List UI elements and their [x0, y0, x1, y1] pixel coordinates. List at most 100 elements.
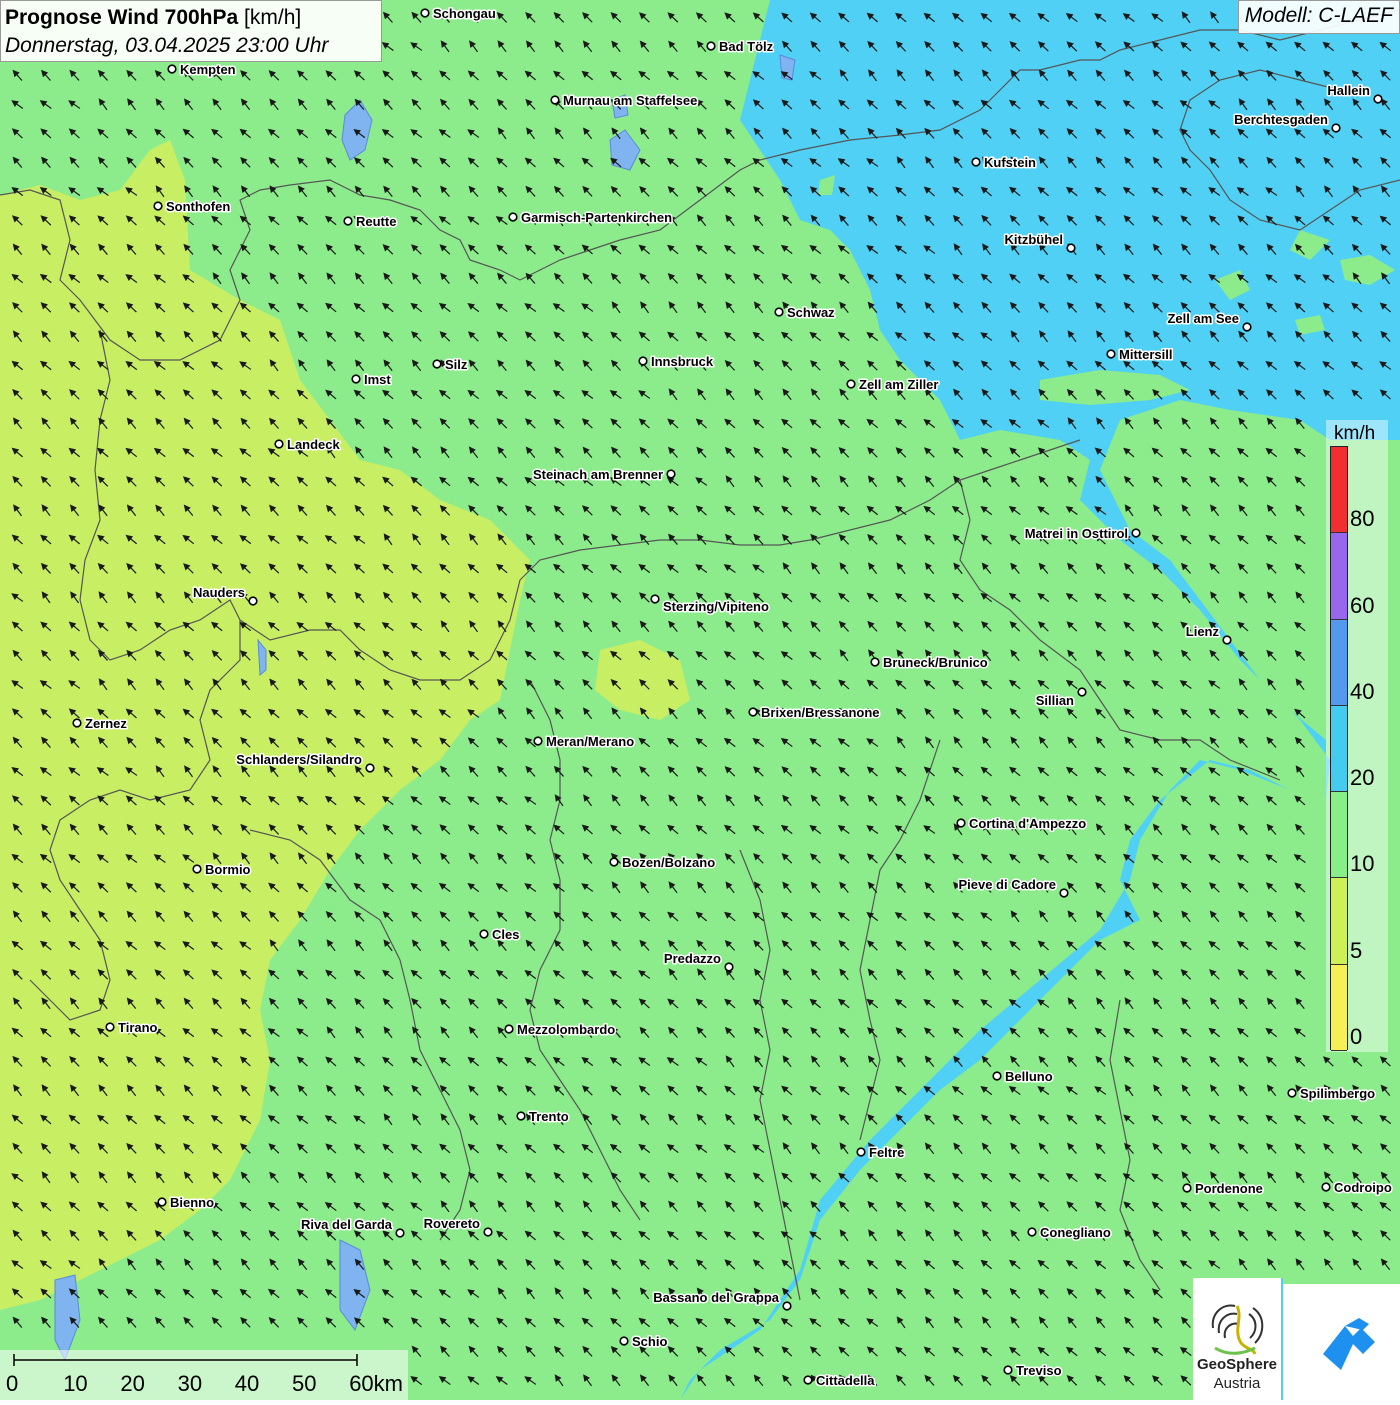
city-label: Zell am Ziller — [859, 377, 938, 392]
city-label: Bormio — [205, 862, 251, 877]
city-label: Bad Tölz — [719, 39, 774, 54]
city-label: Zernez — [85, 716, 127, 731]
city-label: Cles — [492, 927, 519, 942]
city-dot — [153, 201, 163, 211]
city-label: Schlanders/Silandro — [236, 752, 362, 767]
scale-bar: 0 10 20 30 40 50 60km — [0, 1350, 408, 1400]
city-label: Sillian — [1036, 693, 1074, 708]
city-marker: Brixen/Bressanone — [748, 704, 881, 722]
city-marker: Cortina d'Ampezzo — [956, 815, 1088, 833]
city-dot — [666, 469, 676, 479]
city-dot — [803, 1375, 813, 1385]
city-dot — [479, 929, 489, 939]
city-label: Tirano — [118, 1020, 158, 1035]
city-label: Hallein — [1327, 83, 1370, 98]
city-label: Berchtesgaden — [1234, 112, 1328, 127]
city-dot — [1331, 123, 1341, 133]
legend-color-bar — [1330, 446, 1348, 1051]
city-dot — [167, 64, 177, 74]
city-label: Mittersill — [1119, 347, 1172, 362]
wind-map: Schongau Bad Tölz Kempten Murnau am Staffel… — [0, 0, 1400, 1400]
legend-tick-label: 20 — [1350, 765, 1375, 791]
city-label: Imst — [364, 372, 391, 387]
city-label: Belluno — [1005, 1069, 1053, 1084]
city-marker: Innsbruck — [638, 353, 715, 371]
scale-label: 0 — [6, 1371, 19, 1396]
legend-tick-label: 60 — [1350, 592, 1375, 618]
city-marker: Zell am Ziller — [846, 376, 940, 394]
city-label: Cortina d'Ampezzo — [969, 816, 1086, 831]
city-label: Pordenone — [1195, 1181, 1263, 1196]
city-dot — [856, 1147, 866, 1157]
city-dot — [1066, 243, 1076, 253]
scale-label: 60km — [349, 1371, 403, 1396]
legend-segment — [1331, 792, 1347, 879]
city-label: Kufstein — [984, 155, 1036, 170]
city-dot — [192, 864, 202, 874]
geosphere-logo: GeoSphere Austria — [1193, 1278, 1281, 1400]
legend-tick-label: 80 — [1350, 506, 1375, 532]
city-dot — [619, 1336, 629, 1346]
city-dot — [274, 439, 284, 449]
city-label: Schongau — [433, 6, 496, 21]
city-dot — [504, 1024, 514, 1034]
legend-tick-label: 10 — [1350, 851, 1375, 877]
city-label: Murnau am Staffelsee — [563, 93, 697, 108]
city-dot — [609, 857, 619, 867]
city-label: Nauders — [193, 585, 245, 600]
city-dot — [351, 374, 361, 384]
city-label: Feltre — [869, 1145, 904, 1160]
city-dot — [395, 1228, 405, 1238]
model-label: Modell: C-LAEF — [1237, 0, 1400, 34]
scale-label: 10 — [63, 1371, 88, 1396]
legend-segment — [1331, 619, 1347, 706]
city-dot — [1242, 322, 1252, 332]
legend-tick-label: 40 — [1350, 678, 1375, 704]
city-label: Kitzbühel — [1005, 232, 1064, 247]
city-marker: Schongau — [420, 5, 497, 23]
city-marker: Spilimbergo — [1287, 1085, 1377, 1103]
city-dot — [1222, 635, 1232, 645]
city-label: Bassano del Grappa — [653, 1290, 779, 1305]
city-label: Schwaz — [787, 305, 835, 320]
city-dot — [420, 8, 430, 18]
city-dot — [1106, 349, 1116, 359]
city-dot — [706, 41, 716, 51]
city-dot — [992, 1071, 1002, 1081]
city-label: Schio — [632, 1334, 667, 1349]
city-marker: Bozen/Bolzano — [609, 854, 717, 872]
city-label: Reutte — [356, 214, 396, 229]
city-marker: Pordenone — [1182, 1180, 1264, 1198]
city-label: Bruneck/Brunico — [883, 655, 988, 670]
scale-label: 20 — [120, 1371, 145, 1396]
city-dot — [365, 763, 375, 773]
city-label: Kempten — [180, 62, 236, 77]
city-marker: Conegliano — [1027, 1224, 1112, 1242]
city-dot — [1027, 1227, 1037, 1237]
city-label: Bienno — [170, 1195, 214, 1210]
city-label: Garmisch-Partenkirchen — [521, 210, 672, 225]
city-label: Landeck — [287, 437, 341, 452]
city-dot — [956, 818, 966, 828]
city-label: Bozen/Bolzano — [622, 855, 715, 870]
map-title-unit: [km/h] — [238, 6, 302, 29]
geosphere-name: GeoSphere — [1196, 1356, 1278, 1373]
city-marker: Sterzing/Vipiteno — [650, 594, 770, 616]
city-dot — [1182, 1183, 1192, 1193]
city-label: Pieve di Cadore — [958, 877, 1056, 892]
geosphere-country: Austria — [1213, 1375, 1261, 1392]
city-marker: Sonthofen — [153, 198, 232, 216]
city-dot — [483, 1227, 493, 1237]
city-label: Sterzing/Vipiteno — [663, 599, 769, 614]
city-dot — [1131, 528, 1141, 538]
legend-tick-label: 5 — [1350, 937, 1363, 963]
city-label: Sonthofen — [166, 199, 230, 214]
city-label: Trento — [529, 1109, 569, 1124]
city-label: Cittadella — [816, 1373, 875, 1388]
city-dot — [782, 1301, 792, 1311]
city-dot — [550, 95, 560, 105]
city-dot — [1059, 888, 1069, 898]
city-label: Brixen/Bressanone — [761, 705, 880, 720]
city-dot — [248, 596, 258, 606]
city-marker: Meran/Merano — [533, 733, 636, 751]
